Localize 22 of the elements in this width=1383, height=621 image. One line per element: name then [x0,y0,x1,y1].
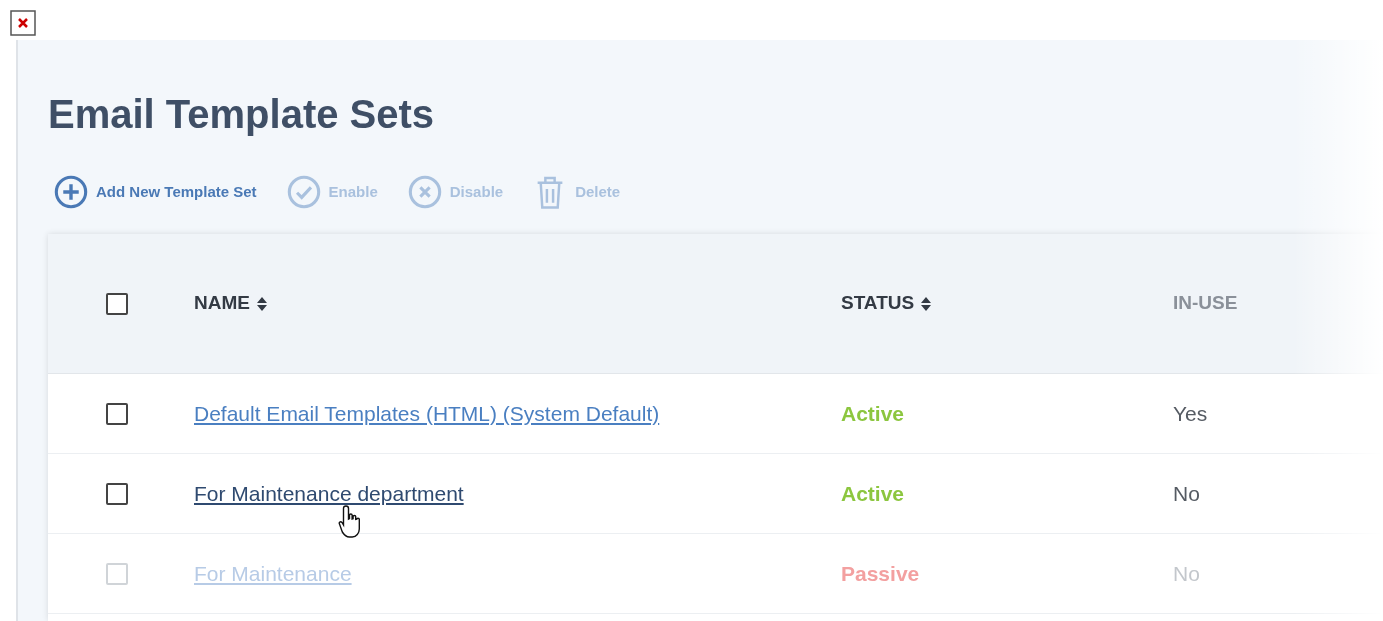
in-use-text: Yes [1173,401,1208,425]
sort-icon [920,295,933,312]
in-use-text: No [1173,561,1200,585]
column-header[interactable]: NAME [194,289,268,318]
template-link[interactable]: Default Email Templates (HTML) (System Default) [194,401,660,425]
in-use-text: No [1173,481,1200,505]
status-text: Passive [841,561,920,585]
page-title: Email Template Sets [48,94,435,134]
checkbox[interactable] [106,292,128,315]
plus-circle-icon [54,175,88,209]
column-header[interactable]: STATUS [841,289,933,318]
toolbar-button[interactable]: Add New Template Set [54,175,257,209]
status-text: Active [841,481,905,505]
sort-icon [255,295,268,312]
checkbox[interactable] [106,402,128,425]
x-circle-icon [407,175,442,209]
broken-image-icon [10,10,36,36]
checkbox[interactable] [106,482,128,505]
check-circle-icon [286,175,321,209]
status-text: Active [841,401,905,425]
column-header: IN-USE [1173,291,1238,316]
template-link[interactable]: For Maintenance department [194,481,464,505]
